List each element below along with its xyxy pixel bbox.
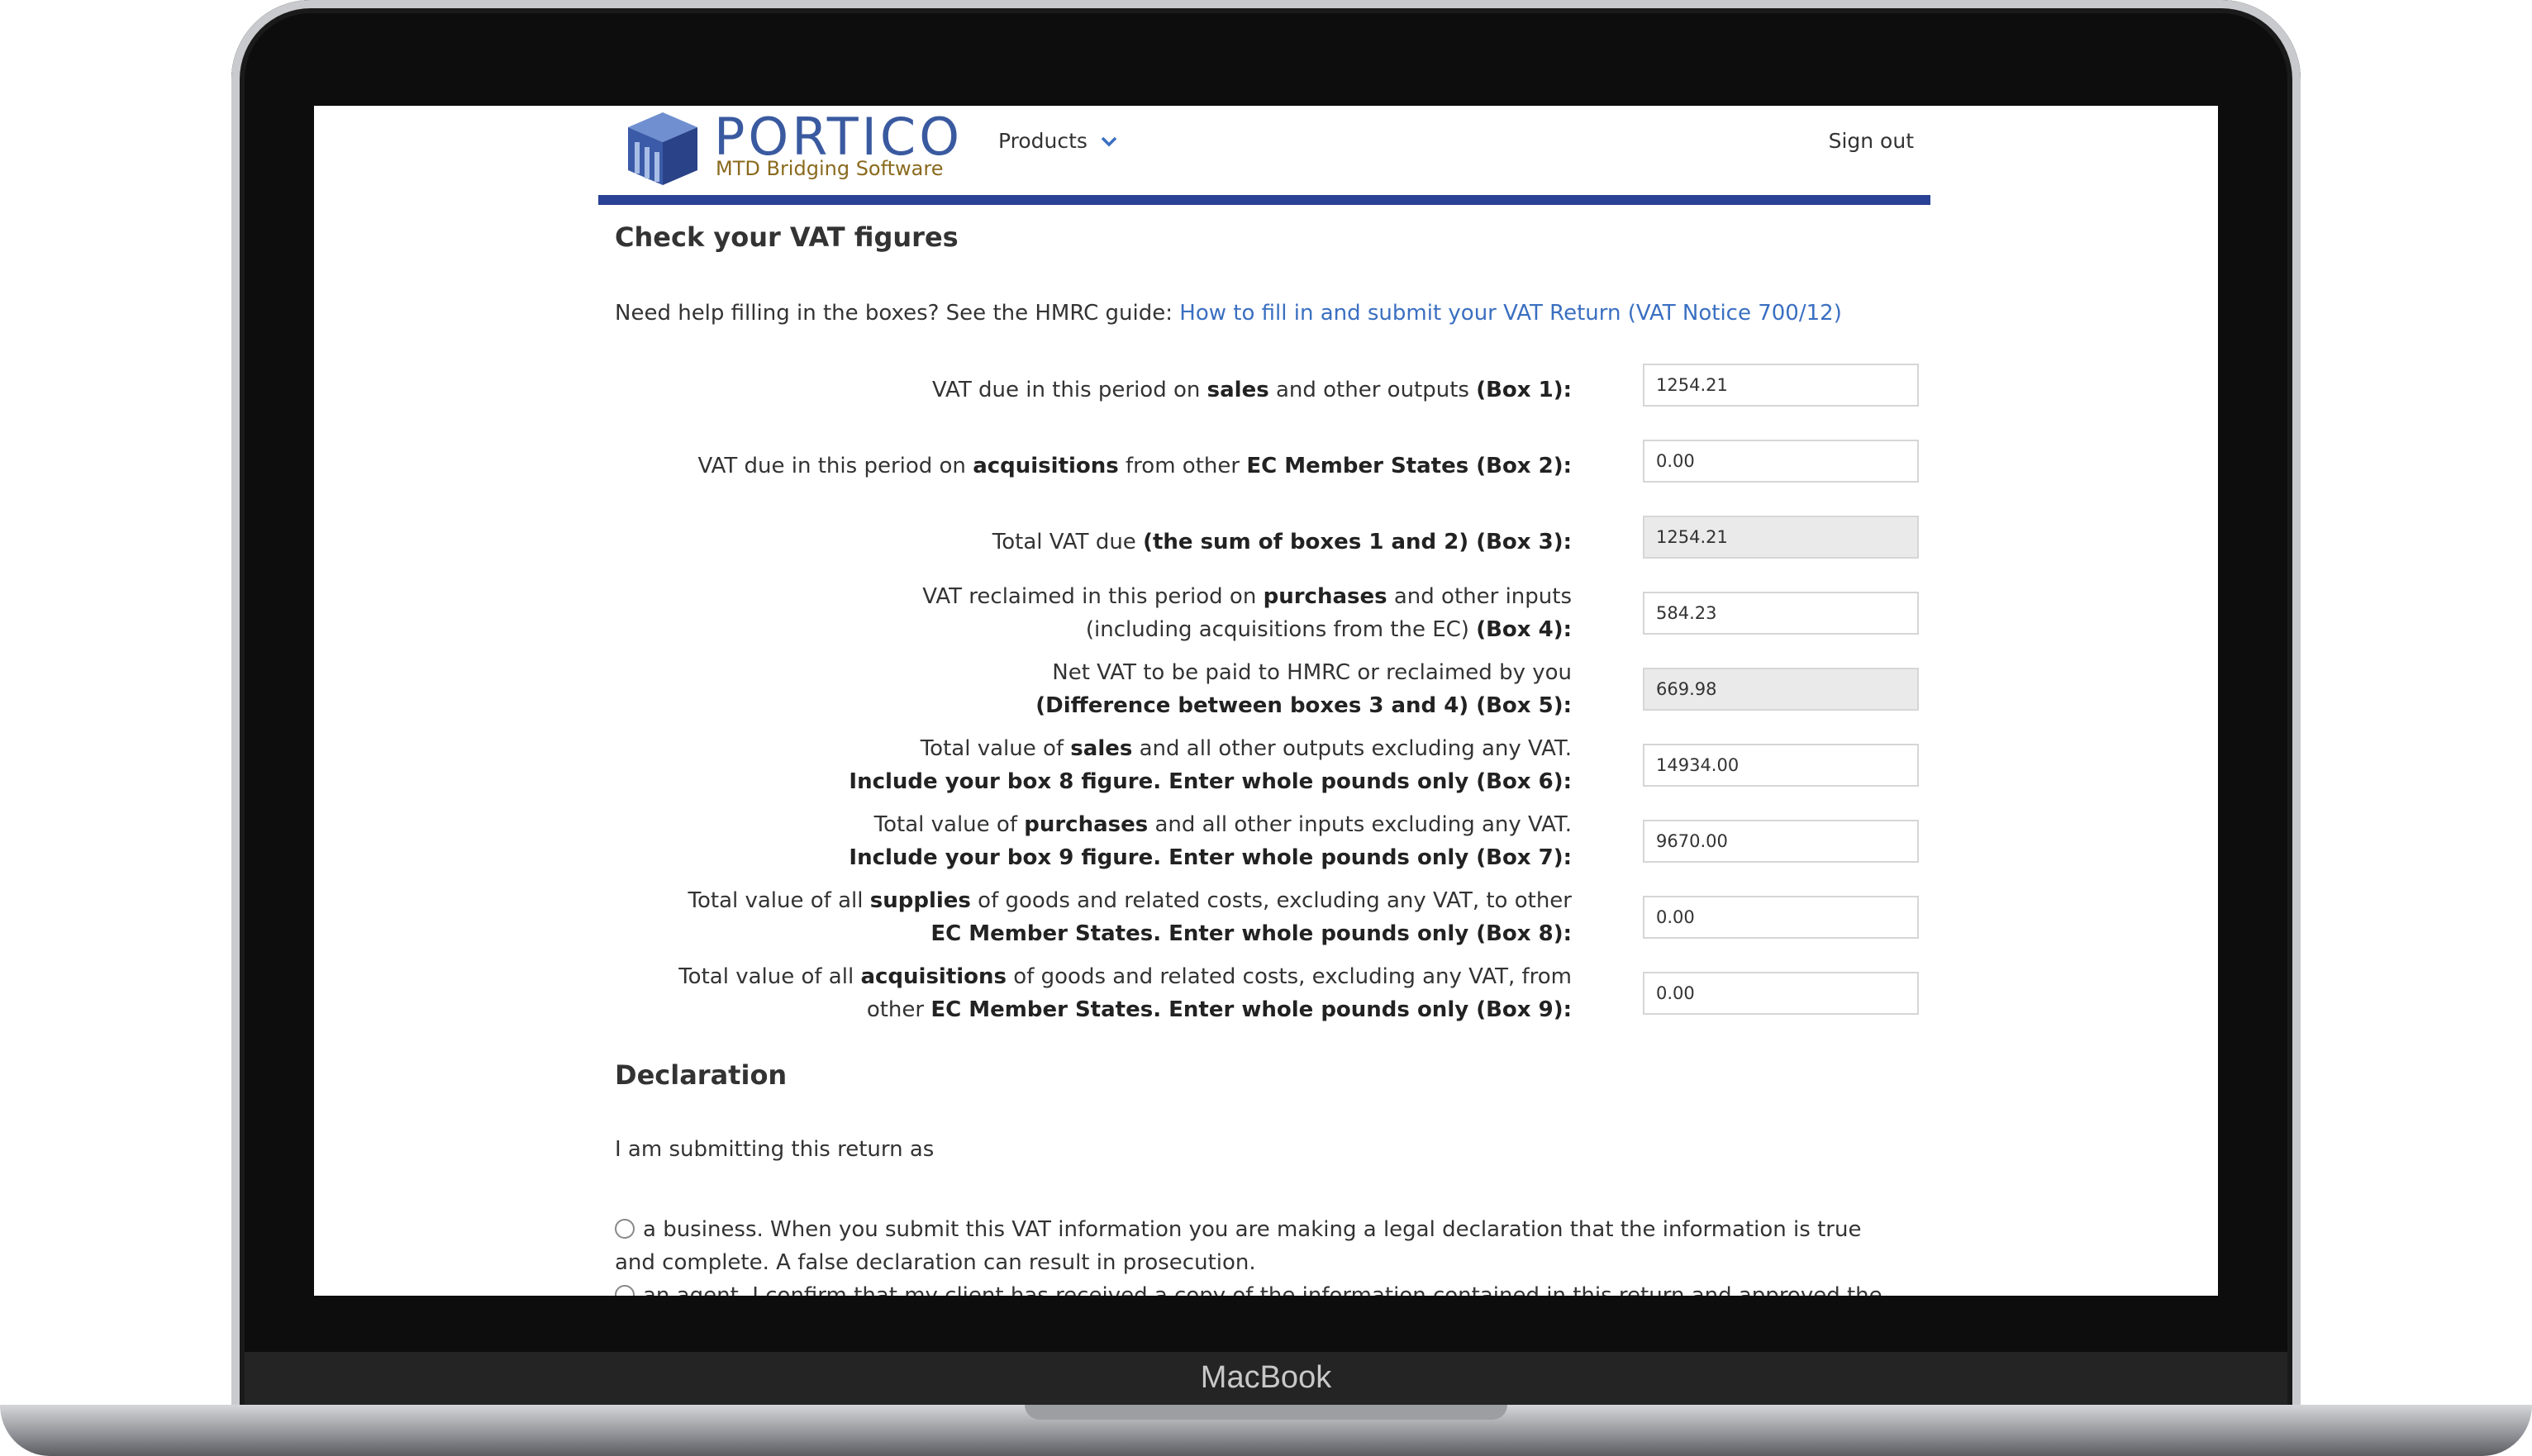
brand-tagline: MTD Bridging Software xyxy=(716,157,944,180)
label-emphasis: EC Member States. Enter whole pounds onl… xyxy=(930,921,1572,946)
label-text: Total value of xyxy=(873,812,1025,837)
label-text: and all other outputs excluding any VAT. xyxy=(1132,736,1572,761)
hmrc-guide-link[interactable]: How to fill in and submit your VAT Retur… xyxy=(1179,301,1842,326)
page-content: PORTICO MTD Bridging Software Products S… xyxy=(598,106,1930,1296)
vat-box-3-input xyxy=(1643,516,1919,559)
browser-viewport: PORTICO MTD Bridging Software Products S… xyxy=(314,106,2218,1296)
label-emphasis: sales xyxy=(1070,736,1133,761)
vat-box-label-line: Net VAT to be paid to HMRC or reclaimed … xyxy=(580,656,1572,689)
vat-box-7-input[interactable] xyxy=(1643,820,1919,863)
vat-box-label-line: VAT reclaimed in this period on purchase… xyxy=(580,580,1572,613)
label-text: and other outputs xyxy=(1268,378,1477,402)
laptop-chin: MacBook xyxy=(245,1352,2287,1413)
vat-box-label-line: Total VAT due (the sum of boxes 1 and 2)… xyxy=(580,526,1572,559)
label-emphasis: EC Member States. Enter whole pounds onl… xyxy=(930,997,1572,1022)
vat-box-label: Net VAT to be paid to HMRC or reclaimed … xyxy=(580,656,1572,722)
agent-radio[interactable] xyxy=(615,1285,635,1296)
declaration-heading: Declaration xyxy=(615,1059,788,1091)
vat-box-8-input[interactable] xyxy=(1643,896,1919,939)
label-text: Total value of all xyxy=(678,964,861,989)
vat-box-label-line: VAT due in this period on sales and othe… xyxy=(580,374,1572,407)
business-option-text-1: a business. When you submit this VAT inf… xyxy=(643,1217,1862,1242)
label-emphasis: (the sum of boxes 1 and 2) (Box 3): xyxy=(1143,530,1572,554)
vat-box-1-input[interactable] xyxy=(1643,364,1919,407)
vat-box-4-input[interactable] xyxy=(1643,592,1919,635)
products-menu[interactable]: Products xyxy=(998,129,1117,153)
label-emphasis: (Difference between boxes 3 and 4) (Box … xyxy=(1035,693,1572,718)
vat-box-label-line: Total value of sales and all other outpu… xyxy=(580,732,1572,765)
label-text: other xyxy=(866,997,931,1022)
vat-box-9-input[interactable] xyxy=(1643,972,1919,1015)
label-emphasis: (Box 4): xyxy=(1476,617,1572,642)
label-text: and all other inputs excluding any VAT. xyxy=(1148,812,1572,837)
vat-box-label-line: (including acquisitions from the EC) (Bo… xyxy=(580,613,1572,646)
label-text: of goods and related costs, excluding an… xyxy=(1007,964,1572,989)
vat-box-label: VAT reclaimed in this period on purchase… xyxy=(580,580,1572,646)
label-text: Net VAT to be paid to HMRC or reclaimed … xyxy=(1052,660,1572,685)
laptop-notch xyxy=(1025,1405,1507,1420)
label-emphasis: acquisitions xyxy=(973,454,1119,478)
business-radio[interactable] xyxy=(615,1219,635,1239)
label-emphasis: supplies xyxy=(869,888,971,913)
label-text: VAT reclaimed in this period on xyxy=(922,584,1264,609)
label-text: Total value of xyxy=(920,736,1071,761)
help-text: Need help filling in the boxes? See the … xyxy=(615,301,1842,326)
label-emphasis: (Box 1): xyxy=(1476,378,1572,402)
label-text: Total VAT due xyxy=(992,530,1144,554)
vat-box-label-line: Include your box 9 figure. Enter whole p… xyxy=(580,841,1572,874)
vat-box-label-line: VAT due in this period on acquisitions f… xyxy=(580,450,1572,483)
label-emphasis: Include your box 9 figure. Enter whole p… xyxy=(849,845,1572,870)
vat-box-label-line: Total value of all supplies of goods and… xyxy=(580,884,1573,917)
help-prefix: Need help filling in the boxes? See the … xyxy=(615,301,1180,326)
chevron-down-icon xyxy=(1101,136,1117,146)
vat-box-6-input[interactable] xyxy=(1643,744,1919,787)
label-emphasis: acquisitions xyxy=(860,964,1007,989)
label-text: of goods and related costs, excluding an… xyxy=(970,888,1572,913)
label-emphasis: EC Member States (Box 2): xyxy=(1246,454,1572,478)
portico-cube-logo-icon[interactable] xyxy=(625,111,701,187)
label-emphasis: Include your box 8 figure. Enter whole p… xyxy=(849,769,1572,794)
vat-box-label: Total value of sales and all other outpu… xyxy=(580,732,1572,798)
vat-box-5-input xyxy=(1643,668,1919,711)
vat-box-label: Total value of all acquisitions of goods… xyxy=(580,960,1572,1026)
label-text: VAT due in this period on xyxy=(697,454,973,478)
label-emphasis: purchases xyxy=(1024,812,1149,837)
vat-box-label: VAT due in this period on sales and othe… xyxy=(580,374,1572,407)
label-text: and other inputs xyxy=(1387,584,1572,609)
agent-option-text-1: an agent. I confirm that my client has r… xyxy=(643,1283,1882,1296)
vat-box-label: Total VAT due (the sum of boxes 1 and 2)… xyxy=(580,526,1572,559)
vat-box-label-line: (Difference between boxes 3 and 4) (Box … xyxy=(580,689,1572,722)
label-emphasis: purchases xyxy=(1263,584,1387,609)
vat-box-label: Total value of all supplies of goods and… xyxy=(580,884,1573,950)
label-text: from other xyxy=(1118,454,1247,478)
vat-box-label-line: Include your box 8 figure. Enter whole p… xyxy=(580,765,1572,798)
vat-box-label-line: other EC Member States. Enter whole poun… xyxy=(580,993,1572,1026)
business-option-text-2: and complete. A false declaration can re… xyxy=(615,1250,1256,1275)
site-header: PORTICO MTD Bridging Software Products S… xyxy=(598,106,1930,205)
vat-box-label-line: EC Member States. Enter whole pounds onl… xyxy=(580,917,1572,950)
device-label: MacBook xyxy=(1200,1360,1332,1395)
label-emphasis: sales xyxy=(1207,378,1269,402)
vat-box-label-line: Total value of purchases and all other i… xyxy=(580,808,1572,841)
vat-box-label: VAT due in this period on acquisitions f… xyxy=(580,450,1572,483)
label-text: VAT due in this period on xyxy=(931,378,1207,402)
option-business[interactable]: a business. When you submit this VAT inf… xyxy=(615,1213,1904,1279)
option-agent[interactable]: an agent. I confirm that my client has r… xyxy=(615,1279,1904,1296)
label-text: (including acquisitions from the EC) xyxy=(1085,617,1477,642)
page-title: Check your VAT figures xyxy=(615,221,959,253)
sign-out-link[interactable]: Sign out xyxy=(1829,129,1914,153)
vat-box-2-input[interactable] xyxy=(1643,440,1919,483)
label-text: Total value of all xyxy=(688,888,870,913)
vat-box-label: Total value of purchases and all other i… xyxy=(580,808,1572,874)
declaration-intro: I am submitting this return as xyxy=(615,1137,935,1162)
products-menu-label: Products xyxy=(998,129,1088,153)
vat-box-label-line: Total value of all acquisitions of goods… xyxy=(580,960,1572,993)
